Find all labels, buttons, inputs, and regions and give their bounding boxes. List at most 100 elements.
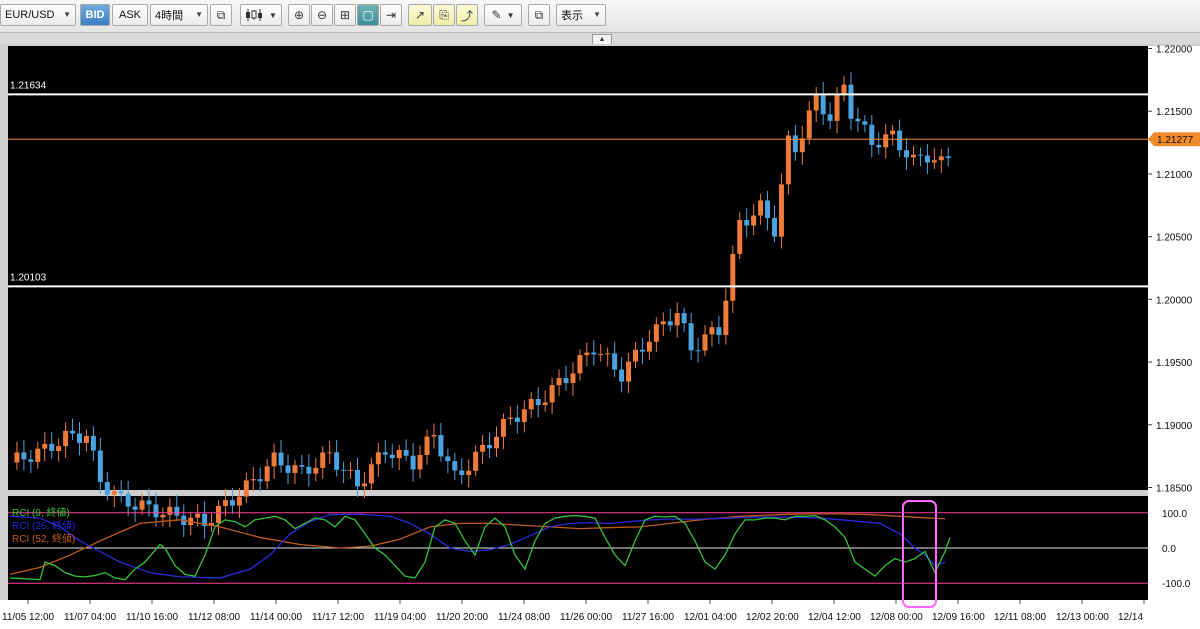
candle-body [56, 446, 62, 451]
display-menu[interactable]: 表示 ▼ [556, 4, 606, 26]
candle-body [521, 409, 527, 422]
candle-body [904, 150, 910, 158]
candle-body [494, 436, 499, 449]
candle-body [911, 154, 916, 158]
time-tick-label: 11/12 08:00 [188, 612, 241, 623]
candlestick-type-icon[interactable]: ▼ [240, 4, 282, 26]
price-tick-label: 1.20000 [1156, 295, 1193, 306]
candle-body [424, 436, 430, 455]
draw-tool-icon[interactable]: ✎ ▼ [484, 4, 522, 26]
candle-body [216, 505, 221, 523]
candle-body [848, 84, 854, 119]
candle-body [431, 435, 437, 437]
time-tick-label: 12/13 00:00 [1056, 612, 1109, 623]
candle-body [639, 349, 645, 352]
candle-body [500, 418, 506, 437]
candle-body [49, 443, 55, 451]
line-price-label: 1.21634 [10, 80, 47, 91]
candle-body [167, 506, 173, 515]
candle-body [785, 135, 791, 185]
fit-icon[interactable]: ⊞ [334, 4, 356, 26]
save-template-icon[interactable]: ⎘ [433, 4, 455, 26]
candle-body [876, 144, 882, 148]
rci-legend-label: RCI (9, 終値) [12, 506, 70, 519]
price-tick-label: 1.20500 [1156, 233, 1193, 244]
rci-tick-label: 0.0 [1162, 544, 1176, 555]
candle-body [514, 417, 520, 422]
candle-body [507, 417, 513, 419]
symbol-label: EUR/USD [5, 9, 55, 21]
candle-body [778, 184, 784, 237]
candle-body [257, 479, 263, 482]
current-price-label: 1.21277 [1157, 135, 1194, 146]
candle-body [549, 385, 555, 403]
candle-body [396, 450, 402, 459]
candle-body [799, 138, 805, 153]
candle-body [42, 443, 48, 449]
candle-body [723, 300, 729, 336]
candle-body [271, 452, 277, 467]
candle-body [438, 435, 444, 457]
candle-body [820, 93, 826, 115]
candle-body [674, 313, 680, 326]
candle-body [368, 464, 374, 484]
candle-body [90, 435, 96, 451]
candle-body [375, 452, 381, 465]
line-price-label: 1.20103 [10, 272, 47, 283]
candle-body [744, 220, 750, 226]
add-indicator-icon[interactable]: ↗ [408, 4, 432, 26]
candle-body [403, 450, 409, 456]
candle-body [917, 154, 923, 156]
link-icon[interactable]: ⧉ [210, 4, 232, 26]
price-tick-label: 1.19000 [1156, 421, 1193, 432]
timeframe-select[interactable]: 4時間 ▼ [150, 4, 208, 26]
candle-body [730, 253, 736, 301]
time-tick-label: 11/19 04:00 [374, 612, 427, 623]
zoom-in-icon[interactable]: ⊕ [288, 4, 310, 26]
candle-body [806, 110, 812, 139]
candle-body [890, 130, 896, 135]
candle-body [681, 313, 687, 324]
symbol-select[interactable]: EUR/USD ▼ [0, 4, 76, 26]
candle-body [473, 451, 479, 471]
ask-label: ASK [118, 9, 141, 21]
candle-body [772, 218, 777, 237]
candle-body [174, 506, 180, 516]
bid-button[interactable]: BID [80, 4, 110, 26]
panel-toggle-icon[interactable]: ▢ [357, 4, 379, 26]
candle-body [653, 324, 659, 342]
candle-body [667, 321, 673, 326]
candle-body [139, 500, 145, 510]
candle-body [542, 402, 548, 406]
new-window-icon[interactable]: ⧉ [528, 4, 550, 26]
candle-body [938, 156, 944, 161]
candle-body [14, 452, 20, 463]
candle-body [598, 354, 604, 356]
chevron-down-icon: ▼ [506, 10, 515, 20]
candle-body [619, 369, 625, 382]
candle-body [382, 452, 388, 455]
candle-body [97, 450, 103, 483]
candle-body [570, 373, 576, 384]
candle-body [841, 84, 847, 95]
bid-label: BID [85, 9, 105, 21]
candle-body [341, 469, 347, 471]
time-tick-label: 12/08 00:00 [870, 612, 923, 623]
ask-button[interactable]: ASK [112, 4, 148, 26]
time-tick-label: 11/24 08:00 [498, 612, 551, 623]
scroll-end-icon[interactable]: ⇥ [380, 4, 402, 26]
toolbar: EUR/USD ▼ BID ASK 4時間 ▼ ⧉ ▼ ⊕ ⊖ ⊞ ▢ ⇥ ↗ … [0, 0, 1200, 33]
chart-area[interactable]: 1.22000 1.21500 1.21000 1.20500 1.20000 1.195… [0, 44, 1200, 629]
candle-body [924, 155, 930, 163]
rci-legend-label: RCI (52, 終値) [12, 532, 75, 545]
load-template-icon[interactable]: ⤴ [456, 4, 478, 26]
candle-body [445, 456, 451, 462]
zoom-out-icon[interactable]: ⊖ [311, 4, 333, 26]
candle-body [765, 200, 771, 219]
candle-body [292, 465, 298, 473]
candle-body [862, 121, 868, 125]
candle-body [605, 353, 611, 355]
candle-body [104, 482, 110, 495]
candle-body [883, 134, 889, 148]
candle-body [320, 452, 326, 468]
